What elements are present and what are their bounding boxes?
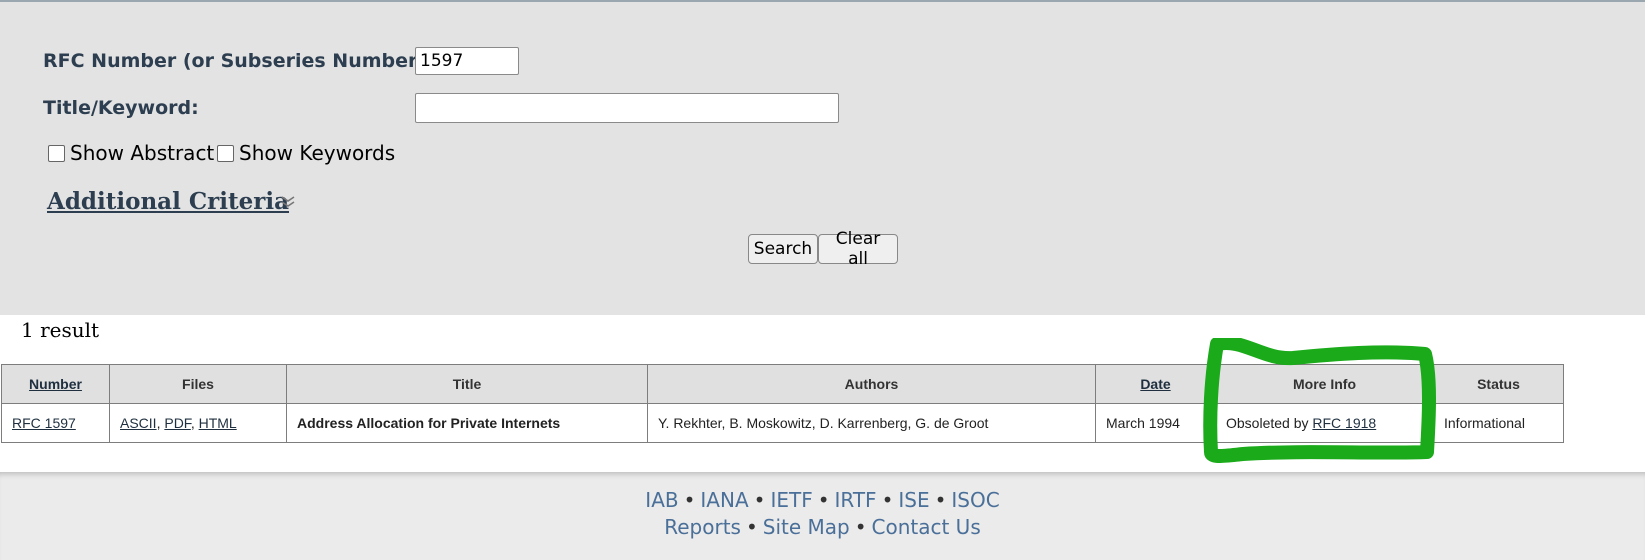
footer-separator: •	[817, 488, 830, 512]
cell-files: ASCII, PDF, HTML	[109, 403, 287, 443]
title-keyword-input[interactable]	[415, 93, 839, 123]
header-title: Title	[286, 364, 648, 404]
site-footer: IAB • IANA • IETF • IRTF • ISE • ISOC Reports • Site…	[0, 472, 1645, 560]
chevron-down-icon[interactable]	[280, 195, 296, 212]
show-keywords-checkbox[interactable]	[217, 144, 234, 162]
show-abstract-checkbox[interactable]	[48, 144, 65, 162]
result-count: 1 result	[21, 318, 100, 342]
footer-separator: •	[683, 488, 696, 512]
footer-link-site-map[interactable]: Site Map	[763, 515, 850, 539]
header-authors: Authors	[647, 364, 1096, 404]
footer-link-contact-us[interactable]: Contact Us	[872, 515, 981, 539]
footer-separator: •	[854, 515, 867, 539]
footer-row-site: Reports • Site Map • Contact Us	[0, 515, 1645, 539]
footer-separator: •	[753, 488, 766, 512]
green-highlight-annotation	[1203, 338, 1436, 463]
rfc-number-input[interactable]	[415, 47, 519, 75]
footer-separator: •	[881, 488, 894, 512]
pdf-link[interactable]: PDF	[164, 415, 190, 431]
additional-criteria-link[interactable]: Additional Criteria	[47, 188, 289, 215]
footer-link-irtf[interactable]: IRTF	[835, 488, 877, 512]
show-abstract-option[interactable]: Show Abstract	[48, 141, 214, 165]
footer-separator: •	[745, 515, 758, 539]
header-number[interactable]: Number	[1, 364, 110, 404]
header-files: Files	[109, 364, 287, 404]
cell-number: RFC 1597	[1, 403, 110, 443]
clear-all-button[interactable]: Clear all	[818, 229, 898, 269]
footer-link-ietf[interactable]: IETF	[770, 488, 812, 512]
footer-row-orgs: IAB • IANA • IETF • IRTF • ISE • ISOC	[0, 488, 1645, 512]
footer-link-iab[interactable]: IAB	[645, 488, 678, 512]
footer-link-ise[interactable]: ISE	[898, 488, 929, 512]
cell-date: March 1994	[1095, 403, 1216, 443]
sort-date-link[interactable]: Date	[1140, 376, 1170, 392]
footer-link-reports[interactable]: Reports	[664, 515, 741, 539]
show-keywords-option[interactable]: Show Keywords	[217, 141, 395, 165]
cell-authors: Y. Rekhter, B. Moskowitz, D. Karrenberg,…	[647, 403, 1096, 443]
header-status: Status	[1433, 364, 1564, 404]
footer-link-iana[interactable]: IANA	[700, 488, 748, 512]
ascii-link[interactable]: ASCII	[120, 415, 157, 431]
header-date[interactable]: Date	[1095, 364, 1216, 404]
rfc-number-label: RFC Number (or Subseries Number):	[43, 50, 434, 72]
footer-separator: •	[934, 488, 947, 512]
sort-number-link[interactable]: Number	[29, 376, 82, 392]
show-abstract-label: Show Abstract	[70, 141, 215, 165]
search-panel: RFC Number (or Subseries Number): Title/…	[0, 2, 1645, 315]
cell-title: Address Allocation for Private Internets	[286, 403, 648, 443]
footer-link-isoc[interactable]: ISOC	[951, 488, 999, 512]
search-button[interactable]: Search	[748, 234, 818, 264]
title-keyword-label: Title/Keyword:	[43, 97, 199, 119]
show-keywords-label: Show Keywords	[239, 141, 396, 165]
rfc-link[interactable]: RFC 1597	[12, 415, 76, 431]
html-link[interactable]: HTML	[199, 415, 237, 431]
cell-status: Informational	[1433, 403, 1564, 443]
